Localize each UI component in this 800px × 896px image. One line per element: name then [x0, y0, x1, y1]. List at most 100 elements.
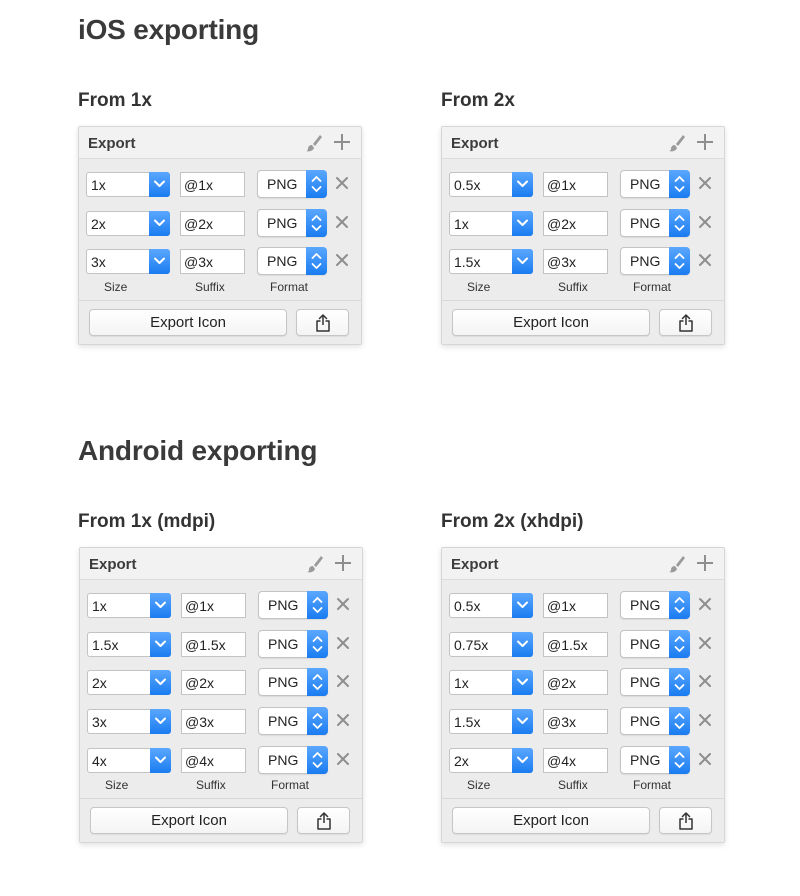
up-down-chevron-icon[interactable]: [306, 170, 327, 198]
up-down-chevron-icon[interactable]: [669, 745, 690, 774]
chevron-down-icon[interactable]: [149, 249, 170, 275]
format-select[interactable]: PNG: [620, 707, 690, 736]
chevron-down-icon[interactable]: [512, 631, 533, 657]
size-combobox[interactable]: 3x: [87, 709, 171, 735]
close-icon[interactable]: [698, 636, 712, 650]
chevron-down-icon[interactable]: [512, 709, 533, 735]
close-icon[interactable]: [698, 752, 712, 766]
format-select[interactable]: PNG: [258, 668, 328, 697]
plus-icon[interactable]: [332, 132, 352, 152]
format-select[interactable]: PNG: [258, 707, 328, 736]
size-combobox[interactable]: 2x: [87, 670, 171, 696]
size-combobox[interactable]: 0.75x: [449, 631, 533, 657]
up-down-chevron-icon[interactable]: [669, 208, 690, 237]
up-down-chevron-icon[interactable]: [307, 707, 328, 736]
format-select[interactable]: PNG: [620, 629, 690, 658]
export-icon-button[interactable]: Export Icon: [452, 309, 650, 337]
suffix-input[interactable]: @2x: [543, 670, 608, 696]
suffix-input[interactable]: @1x: [180, 172, 245, 197]
chevron-down-icon[interactable]: [150, 747, 171, 773]
chevron-down-icon[interactable]: [512, 593, 533, 618]
suffix-input[interactable]: @3x: [543, 249, 608, 275]
up-down-chevron-icon[interactable]: [307, 745, 328, 774]
close-icon[interactable]: [336, 752, 350, 766]
close-icon[interactable]: [698, 674, 712, 688]
brush-icon[interactable]: [668, 554, 686, 574]
format-select[interactable]: PNG: [258, 591, 328, 619]
size-combobox[interactable]: 0.5x: [449, 172, 533, 197]
suffix-input[interactable]: @1.5x: [181, 631, 246, 657]
chevron-down-icon[interactable]: [149, 172, 170, 197]
format-select[interactable]: PNG: [257, 247, 327, 276]
size-combobox[interactable]: 1x: [449, 670, 533, 696]
suffix-input[interactable]: @4x: [543, 747, 608, 773]
close-icon[interactable]: [698, 215, 712, 229]
close-icon[interactable]: [335, 215, 349, 229]
close-icon[interactable]: [336, 636, 350, 650]
suffix-input[interactable]: @1x: [543, 172, 608, 197]
size-combobox[interactable]: 2x: [86, 210, 170, 236]
suffix-input[interactable]: @2x: [181, 670, 246, 696]
close-icon[interactable]: [336, 597, 350, 611]
chevron-down-icon[interactable]: [150, 593, 171, 618]
format-select[interactable]: PNG: [258, 745, 328, 774]
format-select[interactable]: PNG: [620, 668, 690, 697]
up-down-chevron-icon[interactable]: [669, 629, 690, 658]
close-icon[interactable]: [336, 674, 350, 688]
suffix-input[interactable]: @1.5x: [543, 631, 608, 657]
chevron-down-icon[interactable]: [150, 670, 171, 696]
size-combobox[interactable]: 3x: [86, 249, 170, 275]
suffix-input[interactable]: @3x: [181, 709, 246, 735]
close-icon[interactable]: [698, 253, 712, 267]
chevron-down-icon[interactable]: [512, 747, 533, 773]
export-icon-button[interactable]: Export Icon: [90, 807, 288, 835]
plus-icon[interactable]: [695, 132, 715, 152]
size-combobox[interactable]: 0.5x: [449, 593, 533, 618]
size-combobox[interactable]: 1x: [86, 172, 170, 197]
close-icon[interactable]: [335, 176, 349, 190]
suffix-input[interactable]: @3x: [543, 709, 608, 735]
size-combobox[interactable]: 1x: [449, 210, 533, 236]
export-icon-button[interactable]: Export Icon: [452, 807, 650, 835]
format-select[interactable]: PNG: [258, 629, 328, 658]
up-down-chevron-icon[interactable]: [306, 247, 327, 276]
plus-icon[interactable]: [333, 553, 353, 573]
format-select[interactable]: PNG: [620, 247, 690, 276]
format-select[interactable]: PNG: [620, 208, 690, 237]
export-icon-button[interactable]: Export Icon: [89, 309, 287, 337]
share-button[interactable]: [296, 309, 349, 337]
format-select[interactable]: PNG: [620, 170, 690, 198]
share-button[interactable]: [659, 807, 712, 835]
up-down-chevron-icon[interactable]: [669, 707, 690, 736]
brush-icon[interactable]: [305, 133, 323, 153]
chevron-down-icon[interactable]: [512, 172, 533, 197]
size-combobox[interactable]: 1x: [87, 593, 171, 618]
size-combobox[interactable]: 4x: [87, 747, 171, 773]
close-icon[interactable]: [698, 713, 712, 727]
format-select[interactable]: PNG: [257, 170, 327, 198]
close-icon[interactable]: [698, 176, 712, 190]
chevron-down-icon[interactable]: [512, 670, 533, 696]
share-button[interactable]: [297, 807, 350, 835]
format-select[interactable]: PNG: [257, 208, 327, 237]
suffix-input[interactable]: @4x: [181, 747, 246, 773]
close-icon[interactable]: [335, 253, 349, 267]
size-combobox[interactable]: 1.5x: [449, 709, 533, 735]
chevron-down-icon[interactable]: [150, 709, 171, 735]
suffix-input[interactable]: @2x: [543, 210, 608, 236]
up-down-chevron-icon[interactable]: [307, 668, 328, 697]
size-combobox[interactable]: 1.5x: [87, 631, 171, 657]
format-select[interactable]: PNG: [620, 591, 690, 619]
up-down-chevron-icon[interactable]: [669, 170, 690, 198]
format-select[interactable]: PNG: [620, 745, 690, 774]
up-down-chevron-icon[interactable]: [307, 591, 328, 619]
up-down-chevron-icon[interactable]: [307, 629, 328, 658]
up-down-chevron-icon[interactable]: [669, 247, 690, 276]
chevron-down-icon[interactable]: [149, 210, 170, 236]
suffix-input[interactable]: @2x: [180, 210, 245, 236]
plus-icon[interactable]: [695, 553, 715, 573]
up-down-chevron-icon[interactable]: [669, 591, 690, 619]
size-combobox[interactable]: 1.5x: [449, 249, 533, 275]
suffix-input[interactable]: @3x: [180, 249, 245, 275]
chevron-down-icon[interactable]: [512, 210, 533, 236]
